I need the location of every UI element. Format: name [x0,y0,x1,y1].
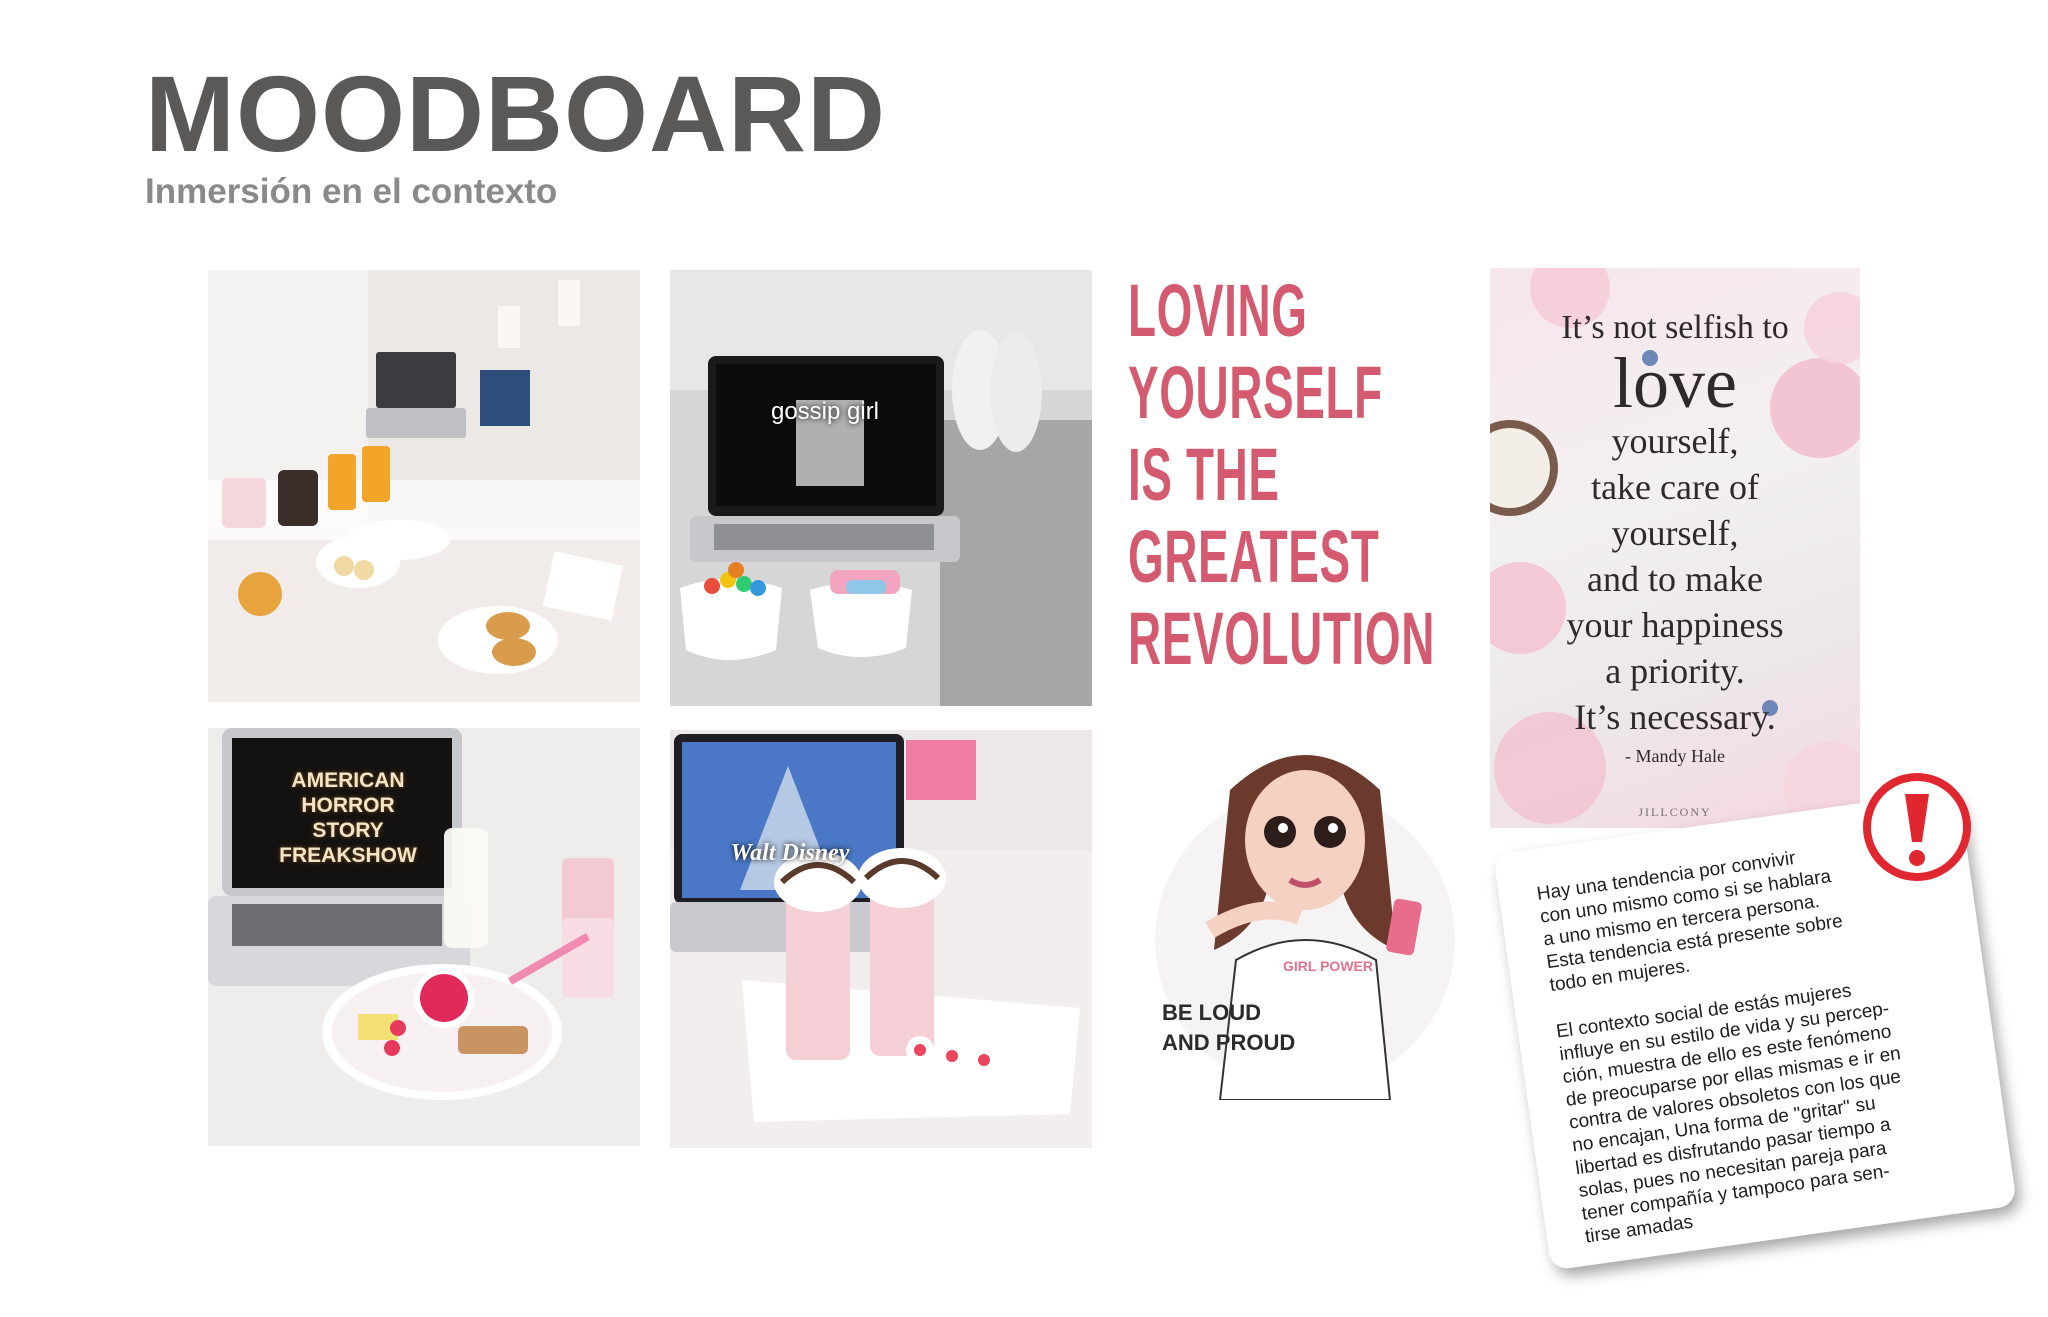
page-subtitle: Inmersión en el contexto [145,172,558,211]
quote-line: yourself, [1611,513,1739,553]
quote-line: yourself, [1611,421,1739,461]
gossip-girl-caption: gossip girl [770,398,880,425]
poster-line: REVOLUTION [1128,597,1435,680]
american-horror-story-laptop-photo: AMERICAN HORROR STORY FREAKSHOW [208,728,640,1146]
quote-line: It’s not selfish to [1561,309,1789,346]
shirt-text: GIRL POWER [1283,958,1373,974]
poster-line: YOURSELF [1128,351,1383,434]
poster-line: IS THE [1128,433,1280,516]
walt-disney-laptop-photo: Walt Disney [670,730,1092,1148]
poster-line: LOVING [1128,269,1308,352]
exclamation-icon [1862,772,1972,882]
gossip-girl-scene [670,270,1092,706]
mandy-hale-quote-card: It’s not selfish to love yourself, take … [1490,268,1860,828]
breakfast-in-bed-photo [208,270,640,702]
breakfast-scene [208,270,640,702]
quote-line: and to make [1587,559,1763,599]
quote-line: your happiness [1566,605,1784,645]
quote-line: take care of [1591,467,1759,507]
poster-line: GREATEST [1128,515,1380,598]
disney-caption: Walt Disney [730,840,850,866]
page-title: MOODBOARD [145,53,886,174]
be-loud-slogan: BE LOUD AND PROUD [1162,998,1295,1058]
loving-yourself-poster: LOVING YOURSELF IS THE GREATEST REVOLUTI… [1128,270,1458,700]
slogan-line: BE LOUD [1162,1000,1261,1025]
gossip-girl-laptop-photo: gossip girl [670,270,1092,706]
ahs-caption: AMERICAN HORROR STORY FREAKSHOW [279,769,417,867]
quote-emphasis: love [1613,343,1737,423]
slogan-line: AND PROUD [1162,1030,1296,1055]
quote-author: - Mandy Hale [1625,746,1725,766]
quote-line: It’s necessary. [1574,697,1776,737]
disney-scene [670,730,1092,1148]
quote-line: a priority. [1605,651,1745,691]
girl-power-illustration: GIRL POWER BE LOUD AND PROUD [1140,730,1470,1101]
